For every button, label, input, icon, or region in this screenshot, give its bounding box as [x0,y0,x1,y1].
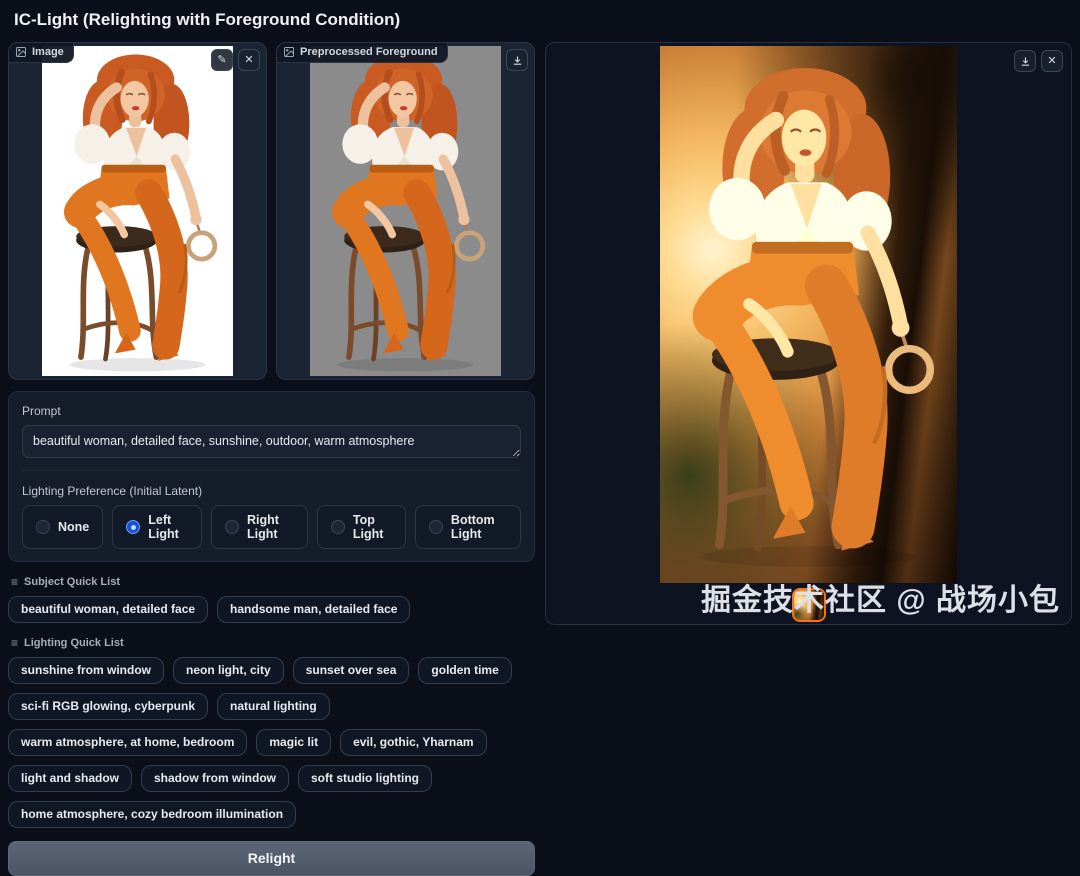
quick-list-item-sci-fi-rgb-glowing-cyberpunk[interactable]: sci-fi RGB glowing, cyberpunk [8,693,208,720]
preprocessed-foreground-actions [506,49,528,71]
quick-list-item-golden-time[interactable]: golden time [418,657,511,684]
lighting-preference-options: None Left Light Right Light Top Light Bottom… [22,505,521,549]
radio-option-none[interactable]: None [22,505,103,549]
figure-illustration [660,46,957,583]
quick-list-item-sunset-over-sea[interactable]: sunset over sea [293,657,410,684]
page-title: IC-Light (Relighting with Foreground Con… [14,10,1066,30]
figure-illustration [42,46,233,376]
radio-dot-icon [36,520,50,534]
close-icon[interactable]: ✕ [1041,50,1063,72]
prompt-label: Prompt [22,404,521,418]
radio-dot-icon [126,520,140,534]
radio-option-label: Left Light [148,513,188,541]
prompt-input[interactable]: beautiful woman, detailed face, sunshine… [22,425,521,458]
lighting-quick-list: sunshine from window neon light, city suns… [8,657,535,828]
quick-list-item-natural-lighting[interactable]: natural lighting [217,693,330,720]
input-images-row: Image ✎ ✕ Preprocessed Fo [8,42,535,380]
lighting-preference-block: Lighting Preference (Initial Latent) Non… [22,470,521,549]
lighting-preference-label: Lighting Preference (Initial Latent) [22,484,521,498]
radio-option-label: Bottom Light [451,513,507,541]
input-image-actions: ✎ ✕ [211,49,260,71]
quick-list-item-soft-studio-lighting[interactable]: soft studio lighting [298,765,432,792]
quick-list-item-sunshine-from-window[interactable]: sunshine from window [8,657,164,684]
radio-option-left-light[interactable]: Left Light [112,505,202,549]
close-icon[interactable]: ✕ [238,49,260,71]
preprocessed-foreground-label-text: Preprocessed Foreground [300,46,438,58]
watermark-text: 掘金技术社区 @ 战场小包 [701,575,1060,619]
input-image-photo [42,46,233,376]
quick-list-item-magic-lit[interactable]: magic lit [256,729,331,756]
radio-option-label: Right Light [247,513,294,541]
radio-dot-icon [429,520,443,534]
subject-quick-list-label: ≡ Subject Quick List [11,575,532,589]
radio-dot-icon [225,520,239,534]
preprocessed-foreground-panel[interactable]: Preprocessed Foreground [276,42,535,380]
right-column: ✕ 掘金技术社区 @ 战场小包 [545,42,1072,625]
radio-dot-icon [331,520,345,534]
input-image-label-text: Image [32,46,64,58]
image-icon [15,46,27,58]
figure-illustration [310,46,501,376]
download-icon[interactable] [1014,50,1036,72]
relight-button[interactable]: Relight [8,841,535,876]
ic-light-app: IC-Light (Relighting with Foreground Con… [0,0,1080,714]
list-icon: ≡ [11,636,18,650]
download-icon[interactable] [506,49,528,71]
quick-list-item-handsome-man-detailed-face[interactable]: handsome man, detailed face [217,596,410,623]
left-column: Image ✎ ✕ Preprocessed Fo [8,42,535,876]
quick-list-item-beautiful-woman-detailed-face[interactable]: beautiful woman, detailed face [8,596,208,623]
quick-list-item-evil-gothic-yharnam[interactable]: evil, gothic, Yharnam [340,729,486,756]
radio-option-bottom-light[interactable]: Bottom Light [415,505,521,549]
lighting-quick-list-label: ≡ Lighting Quick List [11,636,532,650]
edit-icon[interactable]: ✎ [211,49,233,71]
quick-list-item-shadow-from-window[interactable]: shadow from window [141,765,289,792]
relit-output-image[interactable] [660,46,957,583]
image-icon [283,46,295,58]
prompt-group: Prompt beautiful woman, detailed face, s… [8,391,535,562]
subject-quick-list: beautiful woman, detailed face handsome m… [8,596,535,623]
preprocessed-foreground-photo [310,46,501,376]
quick-list-item-light-and-shadow[interactable]: light and shadow [8,765,132,792]
radio-option-right-light[interactable]: Right Light [211,505,308,549]
input-image-panel[interactable]: Image ✎ ✕ [8,42,267,380]
list-icon: ≡ [11,575,18,589]
quick-list-item-warm-atmosphere-at-home-bedroom[interactable]: warm atmosphere, at home, bedroom [8,729,247,756]
radio-option-label: Top Light [353,513,392,541]
radio-option-top-light[interactable]: Top Light [317,505,406,549]
lighting-quick-list-label-text: Lighting Quick List [24,637,124,649]
result-gallery-panel: ✕ [545,42,1072,625]
subject-quick-list-label-text: Subject Quick List [24,576,120,588]
quick-list-item-home-atmosphere-cozy-bedroom-illumination[interactable]: home atmosphere, cozy bedroom illuminati… [8,801,296,828]
gallery-actions: ✕ [1014,50,1063,72]
input-image-label: Image [9,43,74,63]
preprocessed-foreground-label: Preprocessed Foreground [277,43,448,63]
radio-option-label: None [58,520,89,534]
main-layout: Image ✎ ✕ Preprocessed Fo [8,42,1072,876]
quick-list-item-neon-light-city[interactable]: neon light, city [173,657,284,684]
